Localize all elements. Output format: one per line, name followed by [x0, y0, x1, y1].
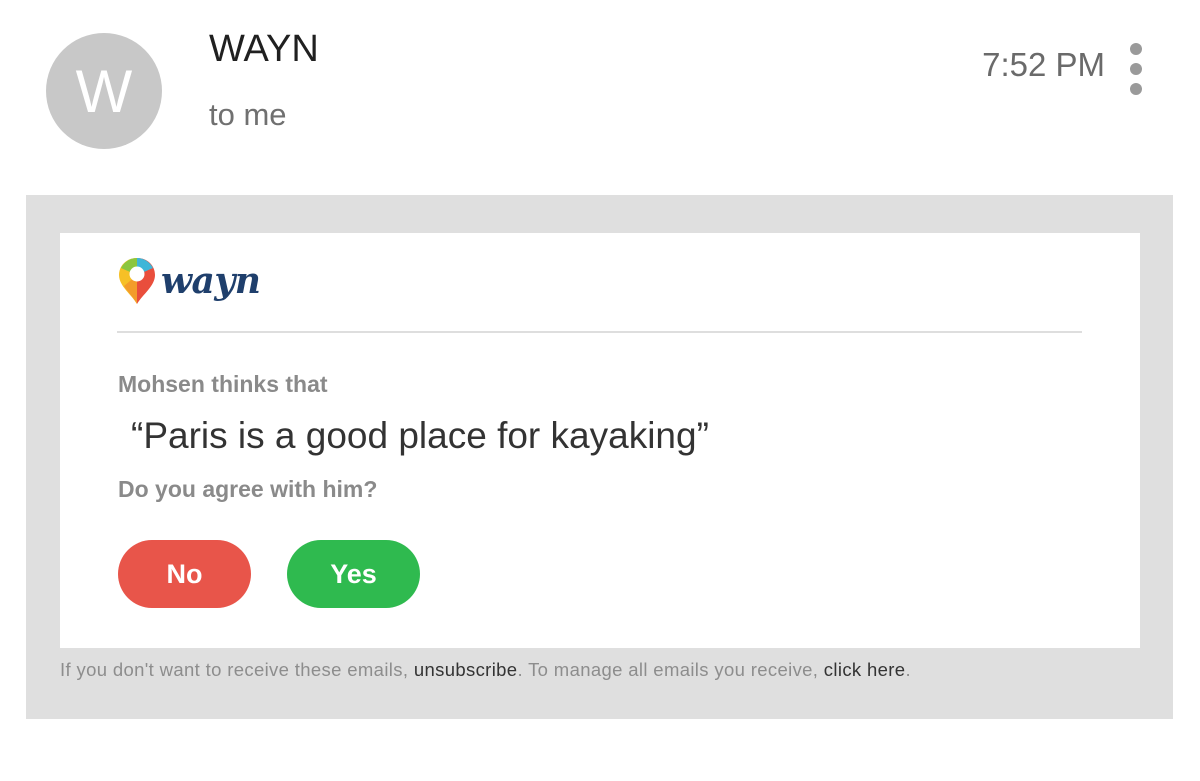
- question-text: Do you agree with him?: [118, 476, 378, 502]
- divider: [117, 331, 1082, 333]
- intro-text: Mohsen thinks that: [118, 371, 328, 397]
- more-vertical-icon[interactable]: [1126, 43, 1146, 95]
- footer-text: .: [905, 659, 911, 680]
- no-button-label: No: [166, 558, 203, 589]
- more-dot: [1130, 43, 1142, 55]
- recipient-label[interactable]: to me: [209, 97, 287, 133]
- more-dot: [1130, 83, 1142, 95]
- yes-button[interactable]: Yes: [287, 540, 420, 608]
- wayn-logo[interactable]: wayn: [117, 256, 261, 306]
- avatar-letter: W: [75, 57, 133, 125]
- yes-button-label: Yes: [330, 558, 377, 589]
- email-time: 7:52 PM: [982, 46, 1105, 83]
- quote-text: “Paris is a good place for kayaking”: [131, 415, 709, 456]
- more-dot: [1130, 63, 1142, 75]
- email-footer: If you don't want to receive these email…: [60, 659, 911, 681]
- footer-text: If you don't want to receive these email…: [60, 659, 414, 680]
- click-here-link[interactable]: click here: [824, 659, 906, 680]
- logo-text: wayn: [161, 260, 261, 302]
- sender-name[interactable]: WAYN: [209, 28, 319, 71]
- no-button[interactable]: No: [118, 540, 251, 608]
- sender-avatar[interactable]: W: [46, 33, 162, 149]
- map-pin-icon: [119, 258, 155, 304]
- unsubscribe-link[interactable]: unsubscribe: [414, 659, 518, 680]
- email-view: W WAYN to me 7:52 PM wayn Mohsen thinks …: [0, 0, 1200, 781]
- footer-text: . To manage all emails you receive,: [517, 659, 824, 680]
